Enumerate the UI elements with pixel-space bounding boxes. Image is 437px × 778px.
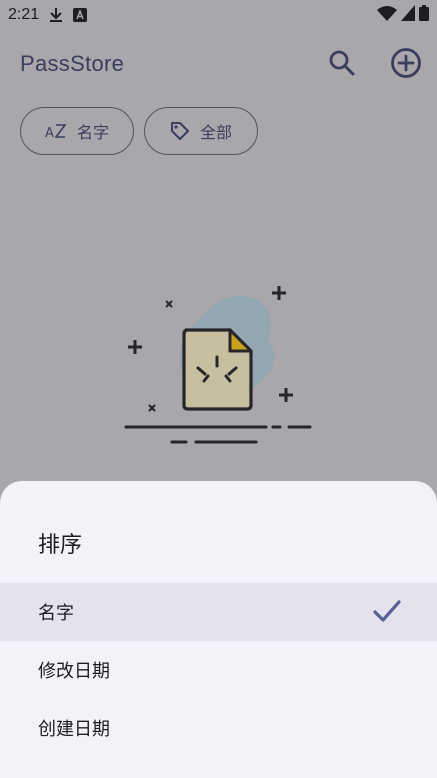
sort-option-created-date[interactable]: 创建日期 [0,699,437,757]
sort-az-icon: A [45,124,67,140]
empty-document-illustration [124,286,312,444]
app-bar: PassStore [0,36,437,92]
add-button[interactable] [389,46,423,80]
tag-icon [170,122,189,140]
download-icon [49,7,63,23]
sort-option-modified-date[interactable]: 修改日期 [0,641,437,699]
sort-option-name[interactable]: 名字 [0,583,437,641]
add-circle-icon [391,48,421,78]
check-icon [373,600,401,622]
search-button[interactable] [325,46,359,80]
status-time: 2:21 [8,6,40,23]
battery-icon [419,5,429,25]
sort-option-label: 创建日期 [38,719,110,740]
chip-sort[interactable]: A 名字 [20,107,134,155]
sort-option-label: 修改日期 [38,661,110,682]
sheet-title: 排序 [38,533,83,558]
filter-chips: A 名字 全部 [20,107,258,155]
chip-tag-label: 全部 [199,123,232,142]
signal-icon [401,5,415,25]
svg-text:A: A [45,126,54,140]
chip-sort-label: 名字 [76,123,109,142]
wifi-icon [377,5,397,25]
sort-option-label: 名字 [38,603,74,624]
search-icon [329,50,355,76]
sort-bottom-sheet: 排序 名字 修改日期 创建日期 [0,481,437,778]
chip-tag[interactable]: 全部 [144,107,258,155]
status-bar: 2:21 [0,0,437,30]
a-icon [73,8,88,22]
app-title: PassStore [20,51,125,76]
